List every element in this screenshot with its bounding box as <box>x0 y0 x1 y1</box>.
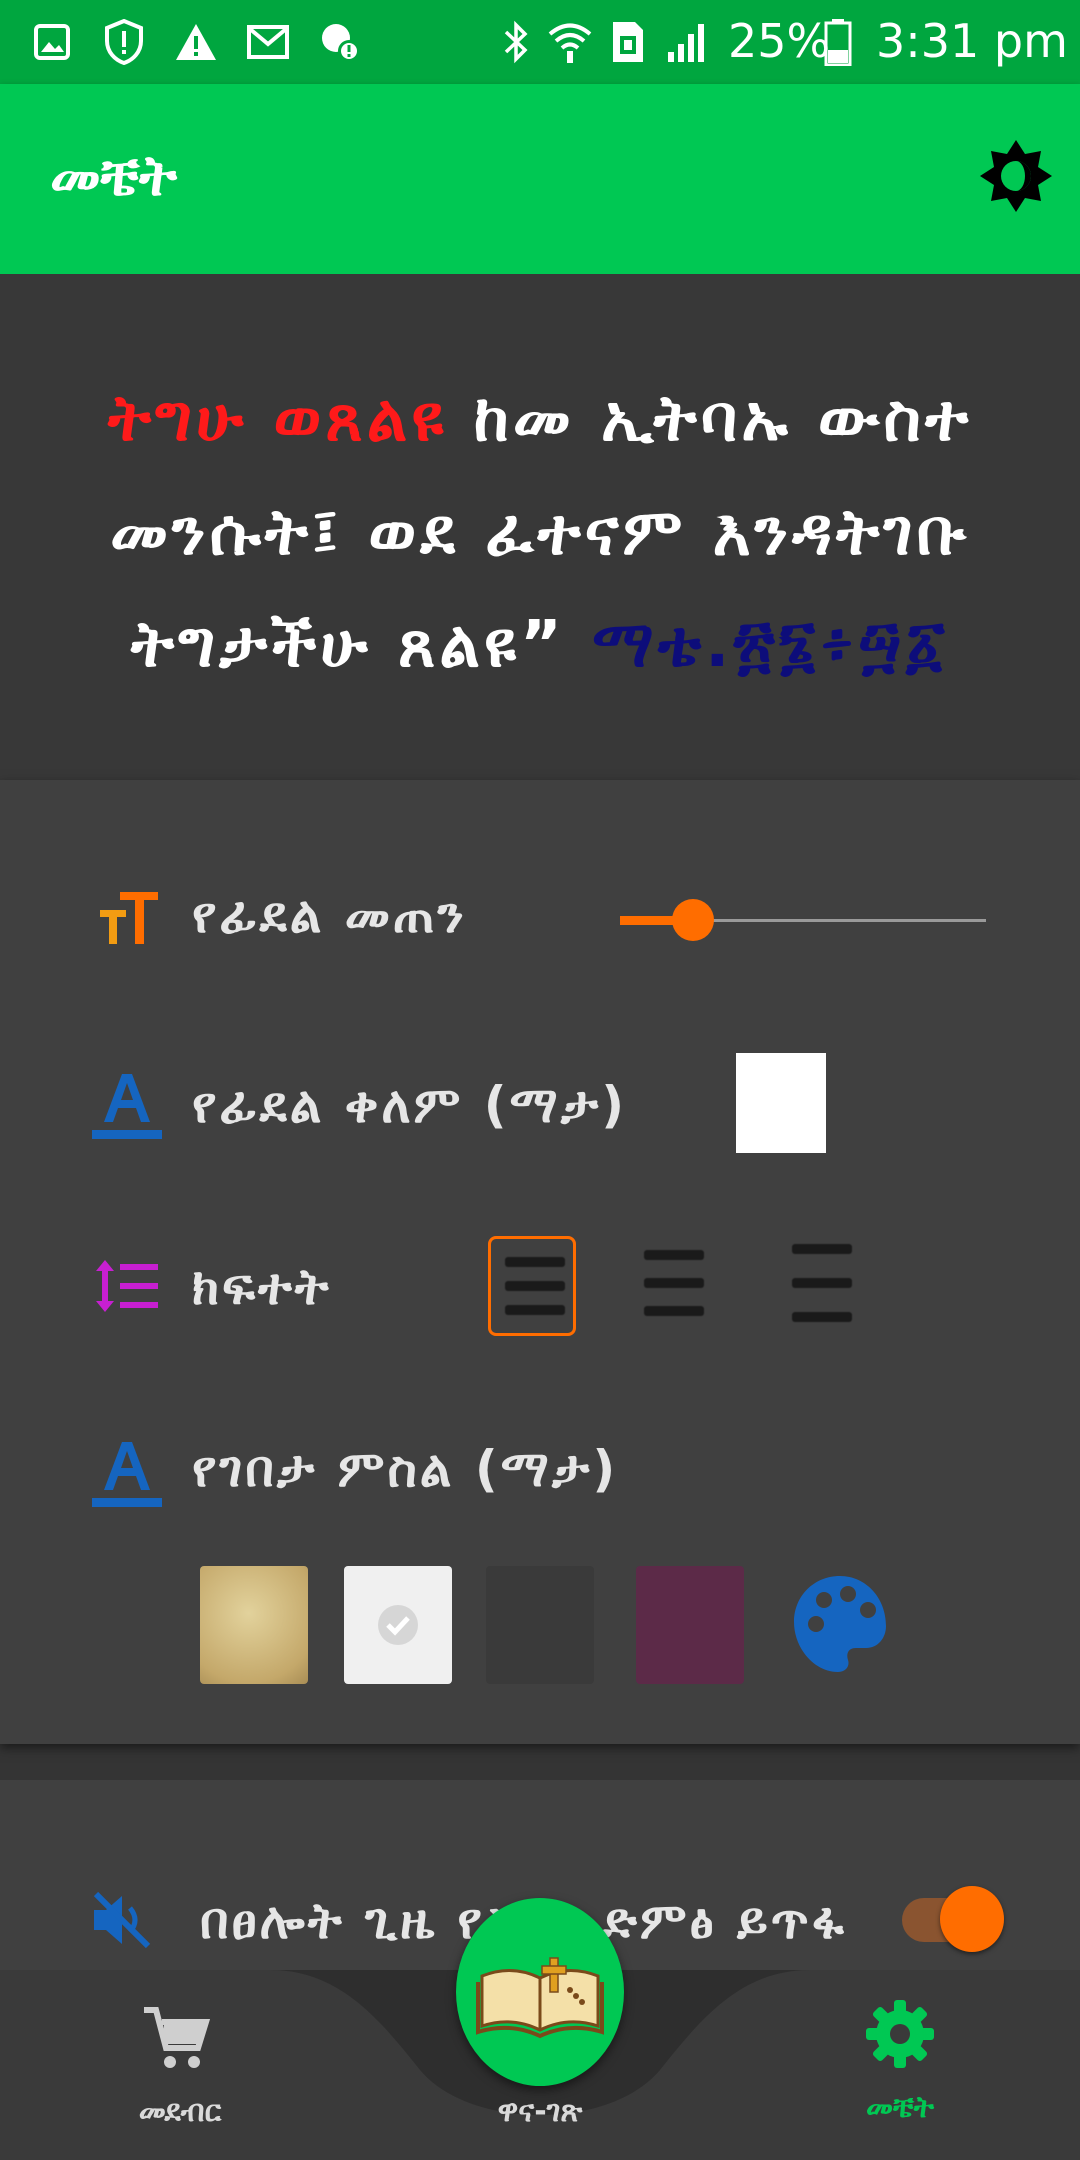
signal-icon <box>664 18 712 66</box>
verse-line-3-text: ትግታችሁ ጸልዩ” <box>130 608 566 682</box>
background-option-parchment[interactable] <box>200 1566 308 1684</box>
custom-color-palette-button[interactable] <box>792 1572 888 1678</box>
status-time: 3:31 pm <box>876 14 1068 68</box>
theme-toggle-button[interactable] <box>976 136 1056 216</box>
store-nav-button[interactable] <box>140 2004 212 2076</box>
prayer-book-icon <box>476 1957 604 2039</box>
battery-percent: 25% <box>728 14 831 68</box>
page-title: መቼት <box>50 144 177 209</box>
verse-reference: ማቴ.፳፮፥፵፩ <box>565 608 950 682</box>
palette-icon <box>794 1576 886 1672</box>
battery-icon <box>820 18 856 66</box>
verse-line-2: መንሱት፤ ወደ ፈተናም እንዳትገቡ <box>110 496 970 570</box>
verse-line-3: ትግታችሁ ጸልዩ” ማቴ.፳፮፥፵፩ <box>0 608 1080 682</box>
line-spacing-label: ክፍተት <box>192 1258 332 1316</box>
email-icon <box>244 18 292 66</box>
background-option-plum[interactable] <box>636 1566 744 1684</box>
background-option-white[interactable] <box>344 1566 452 1684</box>
wifi-icon <box>546 18 594 66</box>
font-color-label: የፊደል ቀለም (ማታ) <box>192 1076 628 1134</box>
warning-icon <box>172 18 220 66</box>
font-color-swatch[interactable] <box>736 1053 826 1153</box>
status-bar: 25% 3:31 pm <box>0 0 1080 84</box>
background-option-dark[interactable] <box>486 1566 594 1684</box>
settings-nav-label: መቼት <box>865 2090 934 2125</box>
cart-icon <box>144 2007 211 2068</box>
sim-icon <box>604 18 652 66</box>
gallery-icon <box>28 18 76 66</box>
bluetooth-icon <box>492 18 540 66</box>
store-nav-label: መደብር <box>138 2094 222 2129</box>
verse-line-1-text: ከመ ኢትባኡ ውስተ <box>447 382 973 456</box>
mute-icon <box>90 1888 154 1952</box>
prayers-nav-label: ዋና-ገጽ <box>497 2094 583 2129</box>
verse-highlight: ትግሁ ወጸልዩ <box>107 382 448 456</box>
gear-icon <box>866 2000 934 2068</box>
prayers-nav-button[interactable] <box>456 1898 624 2086</box>
spacing-option-medium[interactable] <box>630 1236 718 1336</box>
font-size-label: የፊደል መጠን <box>192 886 467 944</box>
mute-toggle-thumb[interactable] <box>940 1886 1004 1952</box>
background-label: የገበታ ምስል (ማታ) <box>192 1440 619 1498</box>
line-spacing-icon <box>94 1258 160 1314</box>
brightness-icon <box>980 140 1052 212</box>
spacing-option-wide[interactable] <box>778 1236 866 1336</box>
font-color-icon <box>90 1068 164 1144</box>
font-size-slider-thumb[interactable] <box>672 899 715 941</box>
checkmark-icon <box>378 1605 418 1645</box>
app-bar: መቼት <box>0 84 1080 274</box>
sync-alert-icon <box>316 18 364 66</box>
background-color-icon <box>90 1436 164 1512</box>
settings-nav-button[interactable] <box>864 1998 936 2070</box>
verse-line-1: ትግሁ ወጸልዩ ከመ ኢትባኡ ውስተ <box>0 382 1080 456</box>
verse-card: ትግሁ ወጸልዩ ከመ ኢትባኡ ውስተ መንሱት፤ ወደ ፈተናም እንዳትገ… <box>0 274 1080 780</box>
shield-icon <box>100 18 148 66</box>
text-size-icon <box>96 890 160 946</box>
spacing-option-compact[interactable] <box>488 1236 576 1336</box>
